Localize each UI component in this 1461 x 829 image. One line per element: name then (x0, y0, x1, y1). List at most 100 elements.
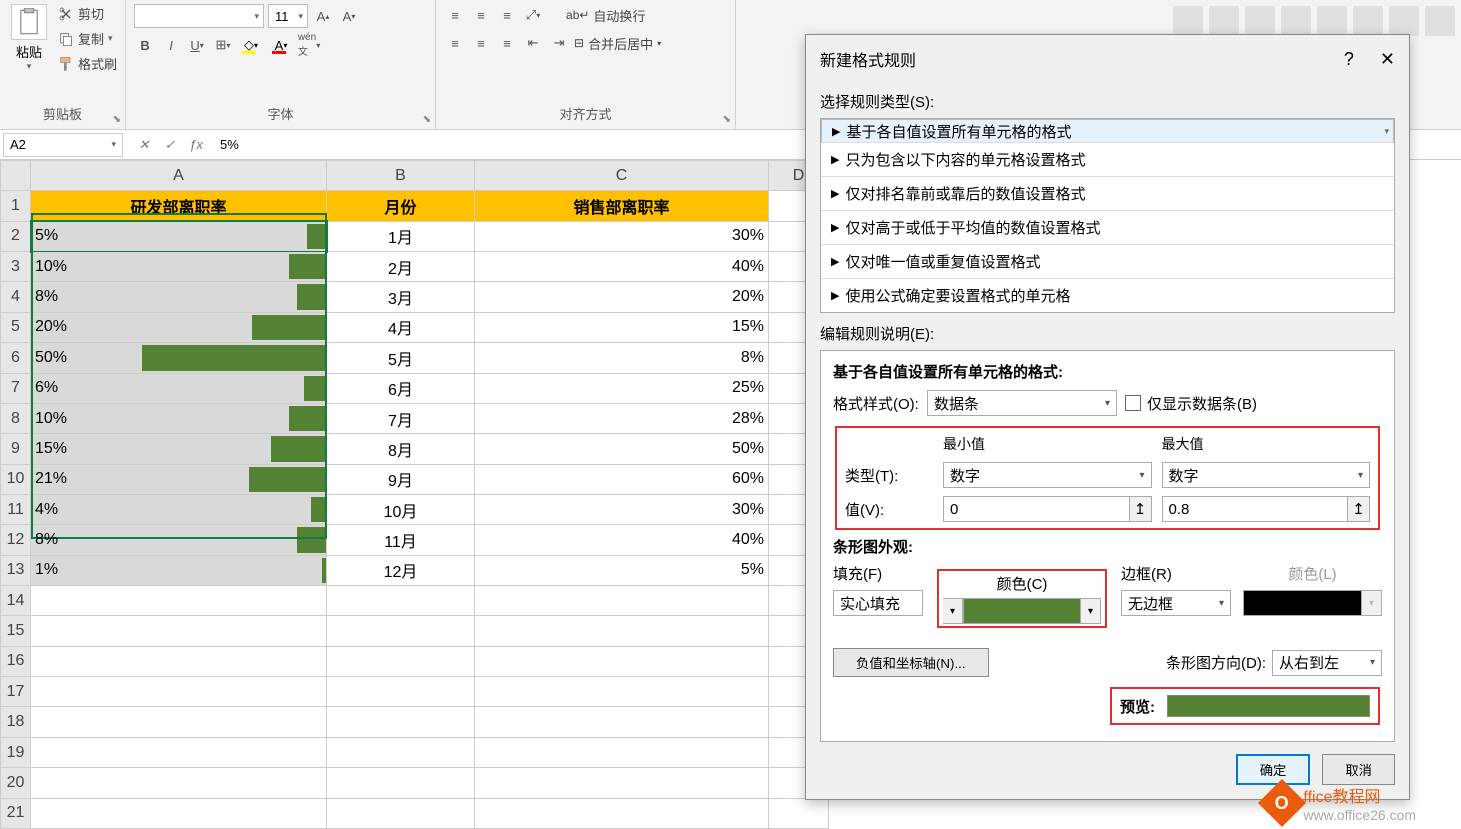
header-cell-c[interactable]: 销售部离职率 (475, 191, 769, 221)
cell[interactable]: 2月 (327, 252, 475, 282)
cell[interactable]: 28% (475, 403, 769, 433)
align-bottom-icon[interactable]: ≡ (496, 4, 518, 26)
ok-button[interactable]: 确定 (1236, 754, 1311, 785)
row-header[interactable]: 18 (1, 707, 31, 737)
clipboard-launcher[interactable]: ⬊ (113, 114, 121, 125)
rule-type-item[interactable]: ▶ 基于各自值设置所有单元格的格式 (821, 119, 1394, 143)
cell[interactable] (475, 646, 769, 676)
cell[interactable] (327, 798, 475, 828)
border-select[interactable]: 无边框▾ (1121, 590, 1231, 616)
row-header[interactable]: 2 (1, 221, 31, 251)
cell[interactable]: 1% (31, 555, 327, 585)
row-header[interactable]: 19 (1, 737, 31, 767)
ribbon-icon[interactable] (1425, 6, 1455, 36)
cell[interactable]: 30% (475, 494, 769, 524)
orientation-icon[interactable]: ⤢▾ (522, 4, 544, 26)
fill-dd[interactable]: ▾ (943, 598, 963, 624)
name-box[interactable]: A2 (3, 133, 123, 157)
rule-type-item[interactable]: ▶ 仅对唯一值或重复值设置格式 (821, 245, 1394, 279)
cell[interactable] (475, 677, 769, 707)
row-header[interactable]: 12 (1, 525, 31, 555)
rule-type-item[interactable]: ▶ 使用公式确定要设置格式的单元格 (821, 279, 1394, 312)
cell[interactable]: 50% (31, 343, 327, 373)
indent-increase-icon[interactable]: ⇥ (548, 32, 570, 54)
cell[interactable]: 3月 (327, 282, 475, 312)
align-left-icon[interactable]: ≡ (444, 32, 466, 54)
align-right-icon[interactable]: ≡ (496, 32, 518, 54)
phonetic-button[interactable]: wén文▾ (298, 34, 320, 56)
indent-decrease-icon[interactable]: ⇤ (522, 32, 544, 54)
cell[interactable]: 10% (31, 252, 327, 282)
align-center-icon[interactable]: ≡ (470, 32, 492, 54)
italic-button[interactable]: I (160, 34, 182, 56)
max-type-select[interactable]: 数字▾ (1162, 462, 1371, 488)
font-launcher[interactable]: ⬊ (423, 114, 431, 125)
fx-icon[interactable]: ƒx (186, 137, 206, 152)
cell[interactable]: 12月 (327, 555, 475, 585)
row-header[interactable]: 20 (1, 768, 31, 798)
cell[interactable] (475, 707, 769, 737)
ribbon-icon[interactable] (1353, 6, 1383, 36)
cell[interactable]: 7月 (327, 403, 475, 433)
cell[interactable] (31, 707, 327, 737)
format-painter-button[interactable]: 格式刷 (58, 54, 117, 73)
align-top-icon[interactable]: ≡ (444, 4, 466, 26)
cell[interactable]: 8% (31, 282, 327, 312)
cancel-formula-icon[interactable]: ✕ (134, 137, 154, 153)
border-button[interactable]: ⊞▾ (212, 34, 234, 56)
cell[interactable]: 20% (475, 282, 769, 312)
cell[interactable]: 9月 (327, 464, 475, 494)
cell[interactable]: 8月 (327, 434, 475, 464)
cell[interactable] (475, 737, 769, 767)
close-icon[interactable]: ✕ (1380, 49, 1395, 70)
ribbon-icon[interactable] (1389, 6, 1419, 36)
row-header[interactable]: 11 (1, 494, 31, 524)
header-cell-a[interactable]: 研发部离职率 (31, 191, 327, 221)
ribbon-icon[interactable] (1209, 6, 1239, 36)
cell[interactable] (475, 798, 769, 828)
help-icon[interactable]: ? (1344, 49, 1354, 70)
align-launcher[interactable]: ⬊ (723, 114, 731, 125)
bar-direction-select[interactable]: 从右到左▾ (1272, 650, 1382, 676)
row-header[interactable]: 1 (1, 191, 31, 221)
row-header[interactable]: 13 (1, 555, 31, 585)
header-cell-b[interactable]: 月份 (327, 191, 475, 221)
copy-button[interactable]: 复制 ▾ (58, 29, 117, 48)
row-header[interactable]: 17 (1, 677, 31, 707)
cell[interactable] (31, 586, 327, 616)
merge-center-button[interactable]: ⊟合并后居中 ▾ (574, 34, 661, 53)
row-header[interactable]: 16 (1, 646, 31, 676)
align-middle-icon[interactable]: ≡ (470, 4, 492, 26)
min-value-input[interactable]: 0 (943, 496, 1130, 522)
cell[interactable]: 8% (31, 525, 327, 555)
row-header[interactable]: 21 (1, 798, 31, 828)
ribbon-icon[interactable] (1281, 6, 1311, 36)
row-header[interactable]: 3 (1, 252, 31, 282)
cell[interactable] (31, 616, 327, 646)
cell[interactable] (31, 677, 327, 707)
underline-button[interactable]: U▾ (186, 34, 208, 56)
cell[interactable]: 1月 (327, 221, 475, 251)
cell[interactable]: 40% (475, 525, 769, 555)
row-header[interactable]: 14 (1, 586, 31, 616)
fill-color-button[interactable]: ◇▾ (238, 34, 264, 56)
cell[interactable]: 30% (475, 221, 769, 251)
ribbon-icon[interactable] (1245, 6, 1275, 36)
cell[interactable]: 60% (475, 464, 769, 494)
cell[interactable]: 11月 (327, 525, 475, 555)
cell[interactable]: 15% (31, 434, 327, 464)
cancel-button[interactable]: 取消 (1322, 754, 1395, 785)
cut-button[interactable]: 剪切 (58, 4, 117, 23)
select-all-corner[interactable] (1, 161, 31, 191)
row-header[interactable]: 6 (1, 343, 31, 373)
cell[interactable]: 5月 (327, 343, 475, 373)
cell[interactable] (475, 616, 769, 646)
row-header[interactable]: 5 (1, 312, 31, 342)
ribbon-icon[interactable] (1173, 6, 1203, 36)
min-type-select[interactable]: 数字▾ (943, 462, 1152, 488)
cell[interactable]: 25% (475, 373, 769, 403)
bold-button[interactable]: B (134, 34, 156, 56)
cell[interactable]: 40% (475, 252, 769, 282)
font-name-select[interactable] (134, 4, 264, 28)
max-ref-button[interactable]: ↥ (1348, 496, 1370, 522)
